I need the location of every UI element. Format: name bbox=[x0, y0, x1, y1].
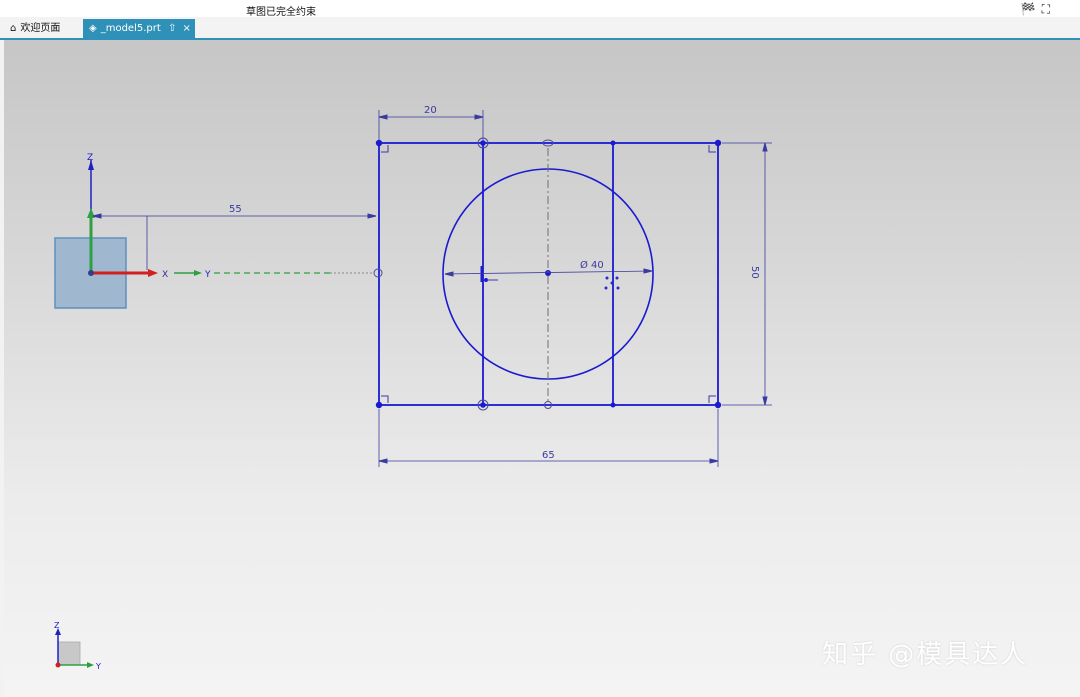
origin-point[interactable] bbox=[88, 270, 94, 276]
drag-handle-icon[interactable] bbox=[604, 276, 620, 290]
dimension-label: 55 bbox=[229, 204, 242, 215]
triad-y-label: Y bbox=[95, 662, 101, 671]
z-axis-label: Z bbox=[87, 153, 93, 163]
view-triad[interactable]: Z Y bbox=[54, 621, 101, 671]
y-axis-label: Y bbox=[204, 270, 211, 280]
dimension-label: 50 bbox=[749, 266, 760, 279]
dimension-label: 20 bbox=[424, 105, 437, 116]
x-arrow-icon bbox=[148, 269, 158, 277]
triad-origin bbox=[55, 662, 61, 668]
dimension-50[interactable]: 50 bbox=[722, 142, 772, 406]
x-axis-label: X bbox=[162, 270, 168, 280]
dimension-label: Ø 40 bbox=[580, 259, 604, 271]
dimension-55[interactable]: 55 bbox=[92, 204, 377, 270]
triad-y-arrow-icon bbox=[87, 662, 94, 668]
datum-csys[interactable]: Z X Y bbox=[54, 153, 374, 309]
sketch-canvas: Z X Y 55 Ø 40 20 50 65 Z Y bbox=[54, 105, 772, 671]
dimension-label: 65 bbox=[542, 450, 555, 461]
dimension-20[interactable]: 20 bbox=[378, 105, 484, 140]
y-axis-arrow-icon bbox=[194, 270, 202, 276]
watermark: 知乎 @模具达人 bbox=[822, 640, 1029, 670]
view-triad-plane bbox=[57, 641, 81, 666]
dimension-65[interactable]: 65 bbox=[378, 409, 719, 467]
triad-z-label: Z bbox=[54, 621, 60, 630]
